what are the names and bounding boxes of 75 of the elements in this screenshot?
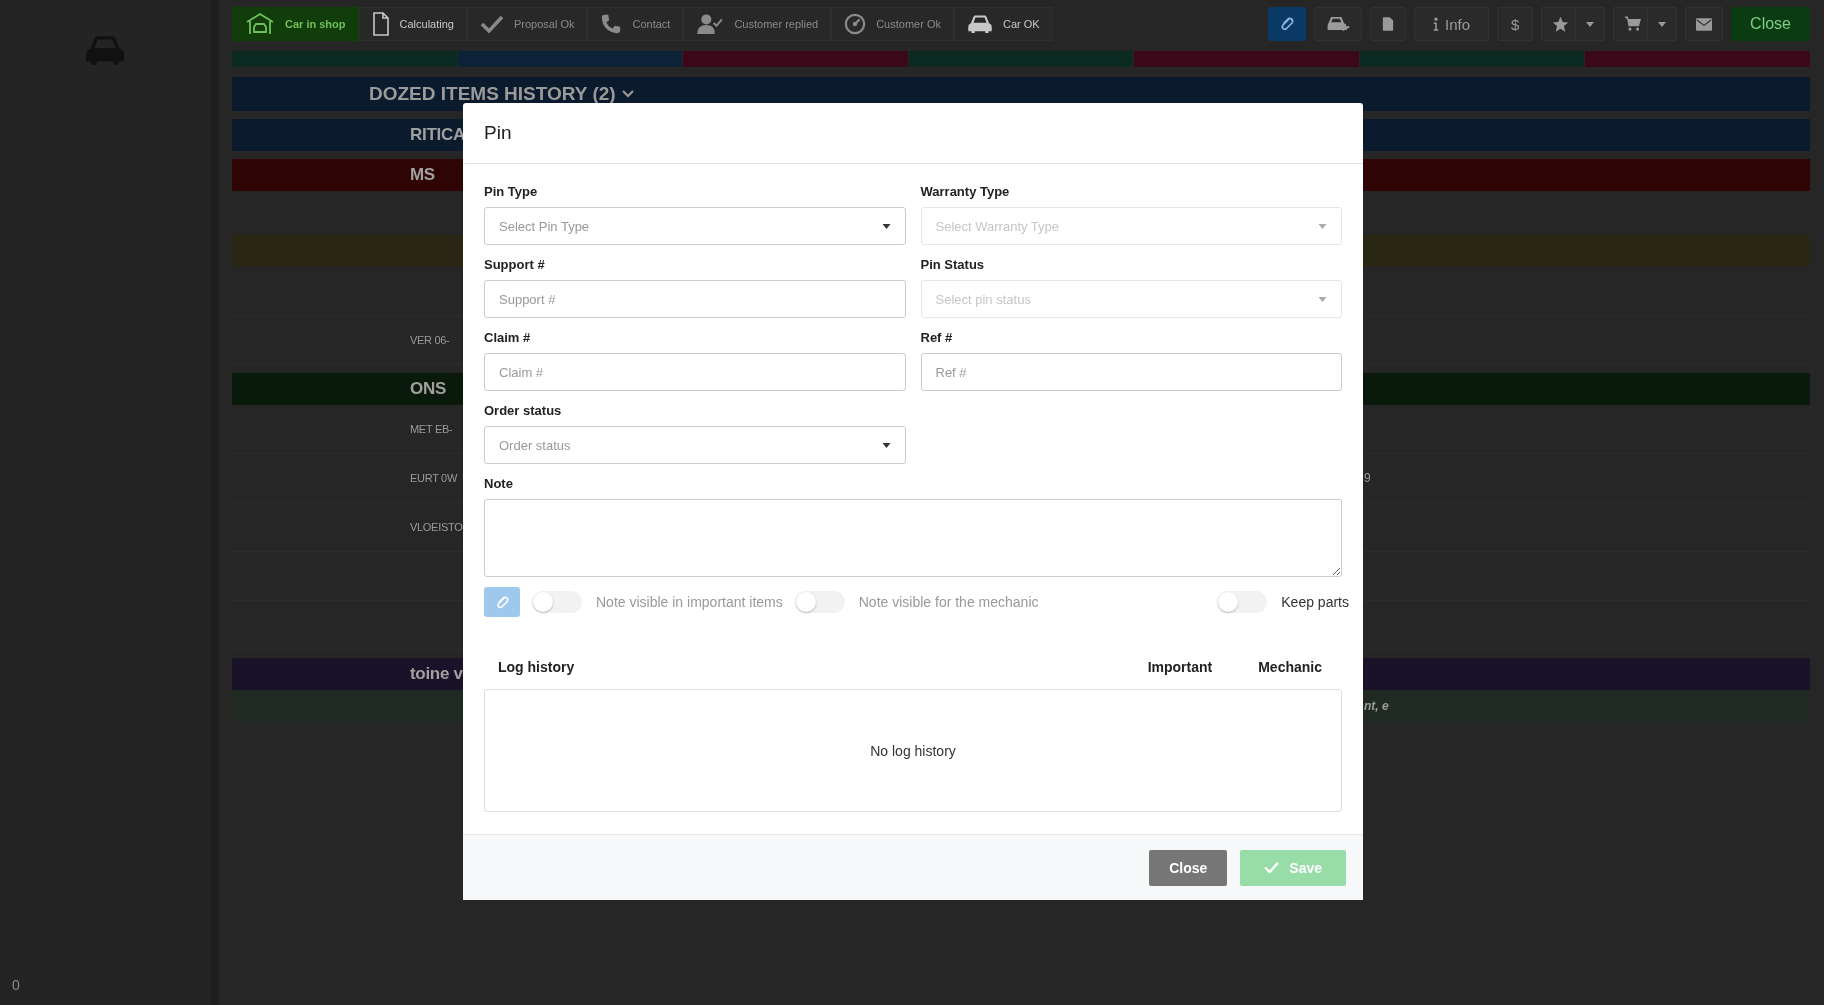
- empty-message: No log history: [870, 742, 956, 759]
- section-title: toine v: [410, 664, 464, 684]
- field-label: Pin Status: [920, 257, 986, 272]
- caret-icon: [1318, 223, 1327, 229]
- document-icon: [1382, 16, 1395, 32]
- car-wrench-icon: [1325, 14, 1352, 34]
- column-header: Log history: [498, 659, 576, 675]
- close-button[interactable]: Close: [1149, 849, 1228, 886]
- section-title: MS: [410, 165, 436, 185]
- toggle-label: Note visible for the mechanic: [858, 594, 1039, 610]
- status-step[interactable]: Car in shop: [232, 7, 359, 41]
- price-button[interactable]: $: [1497, 7, 1534, 41]
- star-button[interactable]: [1541, 7, 1606, 41]
- check-icon: [1264, 862, 1280, 873]
- tag-button[interactable]: [1268, 7, 1307, 41]
- status-step[interactable]: Customer replied: [683, 7, 832, 41]
- paperclip-icon: [1279, 16, 1296, 32]
- info-button[interactable]: Info: [1414, 7, 1490, 41]
- toggle-switch[interactable]: [794, 591, 845, 613]
- section-title: ONS: [410, 379, 447, 399]
- status-step[interactable]: Proposal Ok: [466, 7, 588, 41]
- input-field[interactable]: Ref #: [920, 353, 1342, 391]
- info-icon: [1433, 16, 1440, 32]
- item-text: MET EB-: [410, 423, 454, 435]
- chevron-down-icon: [621, 90, 634, 98]
- phone-icon: [600, 13, 623, 35]
- paperclip-icon: [494, 594, 510, 610]
- status-step[interactable]: Customer Ok: [831, 7, 954, 41]
- field-label: Pin Type: [484, 184, 539, 199]
- field-label: Warranty Type: [920, 184, 1011, 199]
- section-title: RITICA: [410, 125, 464, 145]
- toggle-label: Note visible in important items: [596, 594, 783, 610]
- caret-icon: [1318, 296, 1327, 302]
- column-header: Mechanic: [1258, 659, 1322, 675]
- item-text: VER 06-: [410, 334, 451, 346]
- envelope-icon: [1696, 17, 1713, 31]
- dialog-title: Pin: [484, 122, 512, 144]
- select-field[interactable]: Order status: [484, 426, 906, 464]
- cart-icon: [1624, 16, 1642, 32]
- check-icon: [479, 14, 504, 34]
- field-label: Order status: [484, 403, 563, 418]
- user-check-icon: [696, 13, 725, 35]
- column-header: Important: [1147, 659, 1213, 675]
- garage-icon: [245, 12, 275, 36]
- input-field[interactable]: Support #: [484, 280, 906, 318]
- note-text: nt, e: [1364, 699, 1390, 713]
- caret-icon: [881, 223, 891, 229]
- toggle-switch[interactable]: [1217, 591, 1268, 613]
- gauge-icon: [844, 13, 867, 35]
- document-icon: [371, 12, 390, 36]
- status-step[interactable]: Contact: [587, 7, 684, 41]
- car-icon: [966, 14, 993, 34]
- caret-icon: [881, 442, 891, 448]
- select-field[interactable]: Select Pin Type: [484, 207, 906, 245]
- input-field[interactable]: Claim #: [484, 353, 906, 391]
- counter-text: 0: [12, 977, 20, 993]
- item-text: VLOEISTO: [410, 521, 464, 533]
- mail-button[interactable]: [1685, 7, 1724, 41]
- cart-button[interactable]: [1613, 7, 1678, 41]
- toggle-switch[interactable]: [532, 591, 582, 613]
- caret-icon: [1575, 8, 1595, 40]
- field-label: Support #: [484, 257, 546, 272]
- car-repair-button[interactable]: [1314, 7, 1363, 41]
- item-text: EURT 0W: [410, 472, 459, 484]
- caret-icon: [1647, 8, 1667, 40]
- toggle-label: Keep parts: [1281, 594, 1349, 610]
- field-label: Note: [484, 476, 514, 491]
- item-text: 9: [1364, 471, 1372, 485]
- status-step[interactable]: Car OK: [953, 7, 1053, 41]
- close-button[interactable]: Close: [1731, 7, 1810, 41]
- star-icon: [1552, 15, 1570, 33]
- status-step[interactable]: Calculating: [358, 7, 467, 41]
- document-button[interactable]: [1370, 7, 1407, 41]
- field-label: Ref #: [920, 330, 954, 345]
- field-label: Claim #: [484, 330, 532, 345]
